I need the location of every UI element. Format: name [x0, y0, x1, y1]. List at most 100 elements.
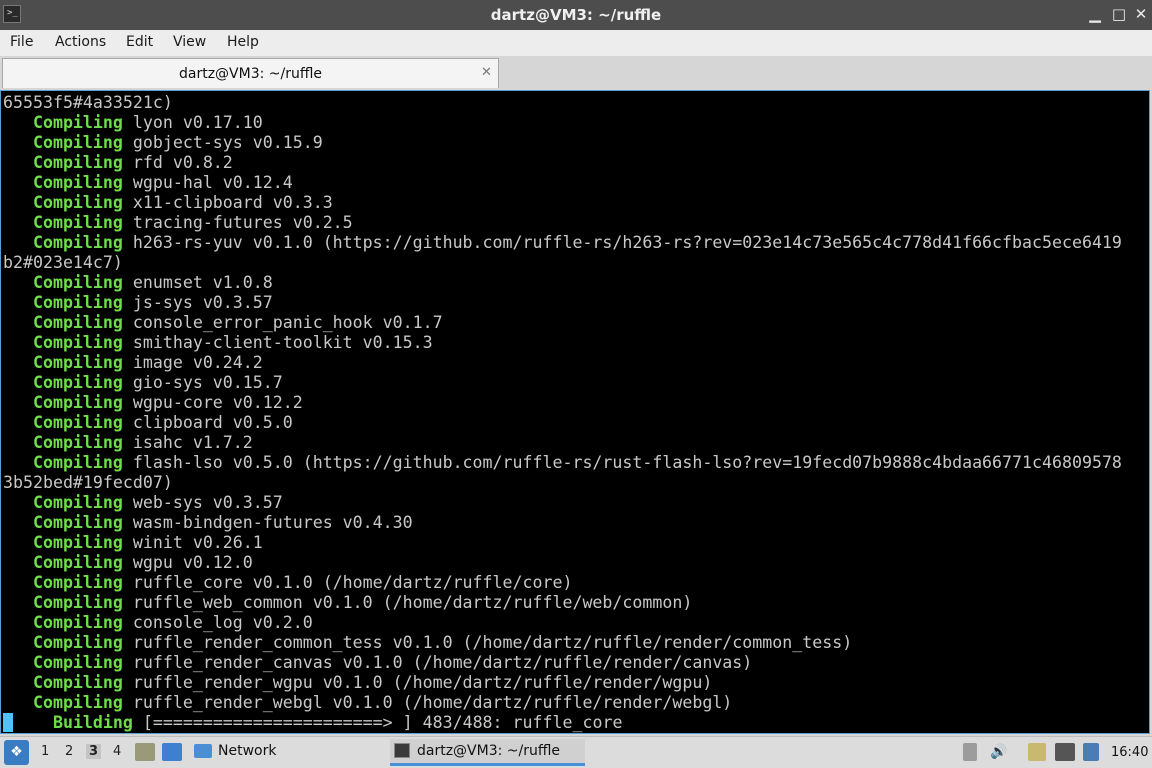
line-text: flash-lso v0.5.0 (https://github.com/ruf… [122, 453, 1122, 472]
status-keyword: Compiling [3, 273, 123, 292]
progress-count: 483/488: [412, 713, 503, 732]
workspace-3[interactable]: 3 [86, 744, 102, 759]
workspace-1[interactable]: 1 [41, 744, 49, 759]
terminal-line: Compiling ruffle_render_common_tess v0.1… [3, 633, 1122, 653]
terminal-output[interactable]: 65553f5#4a33521c) Compiling lyon v0.17.1… [0, 90, 1150, 734]
status-keyword: Compiling [3, 113, 123, 132]
task-network[interactable]: Network [192, 739, 372, 766]
tab-terminal[interactable]: dartz@VM3: ~/ruffle ✕ [2, 58, 499, 88]
line-text: console_error_panic_hook v0.1.7 [122, 313, 443, 332]
line-text: x11-clipboard v0.3.3 [122, 193, 333, 212]
menu-help[interactable]: Help [227, 34, 259, 50]
terminal-line: Compiling wgpu v0.12.0 [3, 553, 1122, 573]
terminal-line: Compiling h263-rs-yuv v0.1.0 (https://gi… [3, 233, 1122, 253]
terminal-line: Compiling lyon v0.17.10 [3, 113, 1122, 133]
line-text: winit v0.26.1 [122, 533, 263, 552]
status-keyword: Compiling [3, 133, 123, 152]
building-keyword: Building [13, 713, 133, 732]
task-terminal[interactable]: dartz@VM3: ~/ruffle [390, 739, 585, 766]
line-text: ruffle_render_canvas v0.1.0 (/home/dartz… [122, 653, 753, 672]
line-text: wgpu-core v0.12.2 [122, 393, 303, 412]
status-keyword: Compiling [3, 393, 123, 412]
menu-bar: File Actions Edit View Help [0, 30, 1152, 56]
terminal-line: Compiling gio-sys v0.15.7 [3, 373, 1122, 393]
status-keyword: Compiling [3, 613, 123, 632]
menu-view[interactable]: View [173, 34, 206, 50]
taskbar: ❖ 1 2 3 4 Network dartz@VM3: ~/ruffle 🔊 … [0, 736, 1152, 768]
line-text: rfd v0.8.2 [122, 153, 233, 172]
tab-close-icon[interactable]: ✕ [481, 65, 492, 80]
close-button[interactable]: ✕ [1132, 5, 1150, 23]
start-menu-button[interactable]: ❖ [4, 740, 29, 765]
terminal-line: Compiling console_error_panic_hook v0.1.… [3, 313, 1122, 333]
line-text: ruffle_render_common_tess v0.1.0 (/home/… [122, 633, 853, 652]
status-keyword: Compiling [3, 173, 123, 192]
task-terminal-label: dartz@VM3: ~/ruffle [417, 743, 561, 759]
line-text: 65553f5#4a33521c) [3, 93, 173, 112]
terminal-line: Compiling x11-clipboard v0.3.3 [3, 193, 1122, 213]
menu-edit[interactable]: Edit [126, 34, 153, 50]
status-keyword: Compiling [3, 233, 123, 252]
line-text: gio-sys v0.15.7 [122, 373, 283, 392]
terminal-line: Compiling enumset v1.0.8 [3, 273, 1122, 293]
terminal-line: Compiling ruffle_render_wgpu v0.1.0 (/ho… [3, 673, 1122, 693]
progress-bar-text: [=======================> ] [132, 713, 413, 732]
line-text: wasm-bindgen-futures v0.4.30 [122, 513, 413, 532]
network-tray-icon[interactable] [1055, 743, 1075, 761]
clipboard-icon[interactable] [1028, 743, 1046, 761]
terminal-line: Compiling isahc v1.7.2 [3, 433, 1122, 453]
tray-up-icon[interactable] [963, 743, 977, 761]
terminal-line: Compiling ruffle_render_webgl v0.1.0 (/h… [3, 693, 1122, 713]
status-keyword: Compiling [3, 673, 123, 692]
status-keyword: Compiling [3, 653, 123, 672]
line-text: image v0.24.2 [122, 353, 263, 372]
status-keyword: Compiling [3, 293, 123, 312]
minimize-button[interactable]: ▁ [1086, 5, 1104, 23]
line-text: js-sys v0.3.57 [122, 293, 273, 312]
terminal-line: Compiling js-sys v0.3.57 [3, 293, 1122, 313]
terminal-line: Compiling flash-lso v0.5.0 (https://gith… [3, 453, 1122, 473]
status-keyword: Compiling [3, 453, 123, 472]
tab-label: dartz@VM3: ~/ruffle [178, 66, 322, 82]
tab-bar: dartz@VM3: ~/ruffle ✕ [0, 56, 1152, 90]
terminal-line: Compiling smithay-client-toolkit v0.15.3 [3, 333, 1122, 353]
line-text: web-sys v0.3.57 [122, 493, 283, 512]
status-keyword: Compiling [3, 533, 123, 552]
line-text: clipboard v0.5.0 [122, 413, 293, 432]
file-manager-icon[interactable] [135, 743, 155, 761]
status-keyword: Compiling [3, 593, 123, 612]
terminal-line: b2#023e14c7) [3, 253, 1122, 273]
maximize-button[interactable]: □ [1110, 5, 1128, 23]
terminal-icon [394, 743, 410, 758]
status-keyword: Compiling [3, 433, 123, 452]
terminal-line: Compiling ruffle_core v0.1.0 (/home/dart… [3, 573, 1122, 593]
workspace-4[interactable]: 4 [113, 744, 121, 759]
line-text: gobject-sys v0.15.9 [122, 133, 323, 152]
line-text: enumset v1.0.8 [122, 273, 273, 292]
line-text: console_log v0.2.0 [122, 613, 313, 632]
terminal-line: Compiling wgpu-hal v0.12.4 [3, 173, 1122, 193]
terminal-line: Compiling tracing-futures v0.2.5 [3, 213, 1122, 233]
workspace-2[interactable]: 2 [65, 744, 73, 759]
status-keyword: Compiling [3, 413, 123, 432]
terminal-cursor [3, 713, 13, 732]
terminal-line: Compiling web-sys v0.3.57 [3, 493, 1122, 513]
terminal-lines: 65553f5#4a33521c) Compiling lyon v0.17.1… [3, 93, 1122, 733]
status-keyword: Compiling [3, 153, 123, 172]
menu-actions[interactable]: Actions [55, 34, 106, 50]
terminal-line: Compiling winit v0.26.1 [3, 533, 1122, 553]
status-keyword: Compiling [3, 493, 123, 512]
show-desktop-icon[interactable] [162, 743, 182, 761]
terminal-line: Compiling ruffle_web_common v0.1.0 (/hom… [3, 593, 1122, 613]
menu-file[interactable]: File [10, 34, 33, 50]
terminal-line: Compiling ruffle_render_canvas v0.1.0 (/… [3, 653, 1122, 673]
status-keyword: Compiling [3, 553, 123, 572]
window-titlebar[interactable]: >_ dartz@VM3: ~/ruffle ▁ □ ✕ [0, 0, 1152, 30]
volume-icon[interactable]: 🔊 [990, 744, 1007, 760]
notification-icon[interactable] [1083, 743, 1099, 761]
clock[interactable]: 16:40 [1111, 745, 1148, 760]
terminal-line: Compiling rfd v0.8.2 [3, 153, 1122, 173]
line-text: b2#023e14c7) [3, 253, 123, 272]
line-text: smithay-client-toolkit v0.15.3 [122, 333, 433, 352]
line-text: ruffle_web_common v0.1.0 (/home/dartz/ru… [122, 593, 693, 612]
